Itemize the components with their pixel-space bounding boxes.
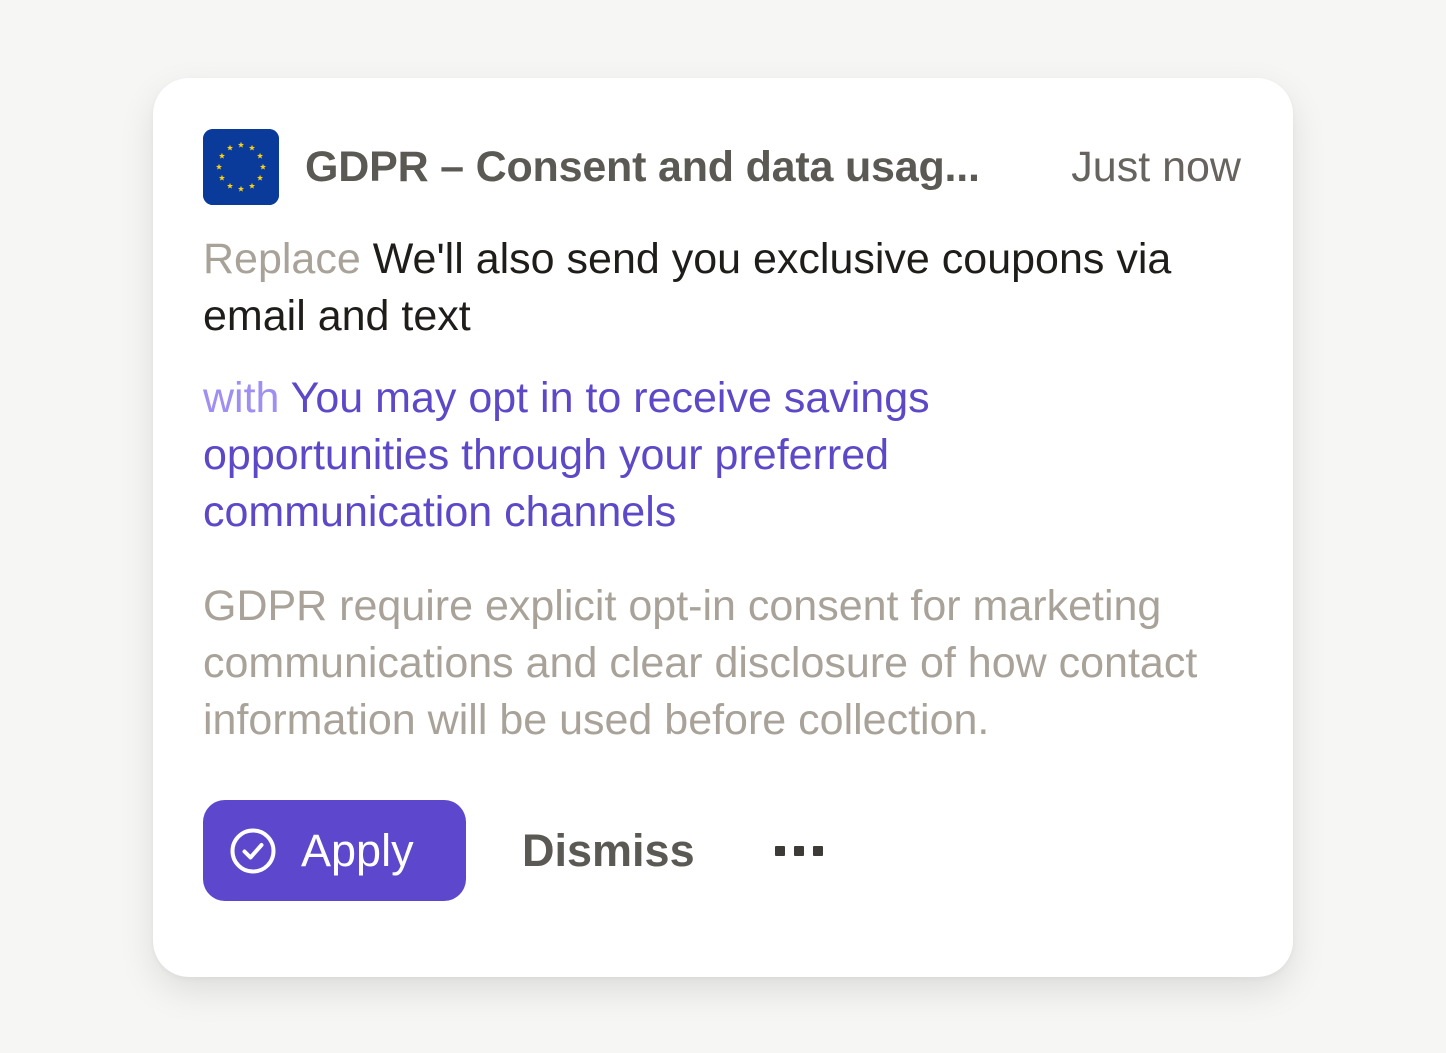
- notification-timestamp: Just now: [1071, 142, 1241, 191]
- explanation-text: GDPR require explicit opt-in consent for…: [203, 582, 1198, 744]
- check-circle-icon: [229, 827, 277, 875]
- suggestion-card: GDPR – Consent and data usag... Just now…: [153, 78, 1293, 977]
- card-header: GDPR – Consent and data usag... Just now: [203, 128, 1241, 206]
- with-prefix: with: [203, 374, 280, 422]
- apply-label: Apply: [301, 824, 414, 876]
- replace-block: Replace We'll also send you exclusive co…: [203, 231, 1203, 345]
- eu-flag-icon: [203, 129, 279, 205]
- more-dot: [812, 845, 823, 856]
- apply-button[interactable]: Apply: [203, 800, 466, 901]
- more-dot: [793, 845, 804, 856]
- more-options-icon[interactable]: [774, 831, 823, 871]
- dismiss-button[interactable]: Dismiss: [522, 825, 695, 877]
- notification-title: GDPR – Consent and data usag...: [305, 142, 980, 191]
- with-block: with You may opt in to receive savings o…: [203, 370, 1063, 541]
- more-dot: [774, 845, 785, 856]
- suggested-text: You may opt in to receive savings opport…: [203, 374, 930, 536]
- replace-prefix: Replace: [203, 235, 361, 283]
- action-bar: Apply Dismiss: [203, 800, 823, 901]
